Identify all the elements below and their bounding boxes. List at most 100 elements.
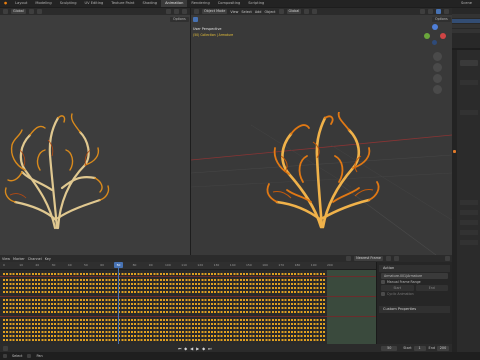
gizmo-icon[interactable] (420, 9, 425, 14)
sidebar-toggle-icon[interactable] (445, 256, 450, 261)
menu-add[interactable]: Add (255, 10, 262, 14)
action-section-header[interactable]: Action (379, 265, 450, 272)
keyframe-row[interactable] (3, 319, 325, 321)
filter-icon[interactable] (386, 256, 391, 261)
z-axis-icon[interactable] (432, 24, 438, 30)
keyframe-row[interactable] (3, 307, 325, 309)
menu-key[interactable]: Key (45, 257, 51, 261)
tab-scripting[interactable]: Scripting (244, 0, 268, 7)
playhead[interactable] (118, 262, 119, 344)
keyframe-row[interactable] (3, 303, 325, 305)
left-options-button[interactable]: Options (170, 17, 189, 22)
tab-texture-paint[interactable]: Texture Paint (107, 0, 138, 7)
snap-icon[interactable] (28, 9, 34, 14)
x-axis-icon[interactable] (440, 33, 446, 39)
current-frame-indicator[interactable]: 50 (114, 262, 123, 268)
snap-icon[interactable] (304, 9, 310, 14)
orientation-select[interactable]: Global (286, 9, 302, 14)
jump-end-icon[interactable]: ⏭ (207, 345, 213, 351)
outliner-row-selected[interactable] (452, 19, 480, 23)
overlay-icon[interactable] (428, 9, 433, 14)
outliner-row[interactable] (452, 29, 480, 33)
range-start-field[interactable]: Start (381, 285, 414, 291)
menu-marker[interactable]: Marker (13, 257, 25, 261)
editor-type-icon[interactable] (194, 9, 199, 14)
outliner[interactable] (452, 8, 480, 48)
menu-channel[interactable]: Channel (28, 257, 42, 261)
tab-uv-editing[interactable]: UV Editing (81, 0, 108, 7)
tab-sculpting[interactable]: Sculpting (56, 0, 81, 7)
menu-select[interactable]: Select (241, 10, 251, 14)
zoom-icon[interactable] (433, 52, 442, 61)
keyframe-area[interactable] (0, 270, 376, 344)
manual-range-checkbox[interactable]: Manual Frame Range (381, 280, 448, 284)
props-panel[interactable] (460, 210, 478, 215)
keyframe-row[interactable] (3, 323, 325, 325)
range-end-field[interactable]: End (415, 285, 448, 291)
transform-icon[interactable] (278, 9, 284, 14)
keyframe-row[interactable] (3, 331, 325, 333)
snap-icon[interactable] (346, 256, 352, 261)
editor-type-icon[interactable] (3, 9, 8, 14)
scene-name[interactable]: Scene (457, 0, 476, 7)
custom-properties-header[interactable]: Custom Properties (379, 306, 450, 313)
menu-view[interactable]: View (2, 257, 10, 261)
object-data-tab-icon[interactable] (453, 150, 456, 153)
proportional-icon[interactable] (394, 256, 399, 261)
keyframe-row[interactable] (3, 279, 325, 281)
checkbox-icon[interactable] (381, 280, 385, 284)
tab-rendering[interactable]: Rendering (187, 0, 213, 7)
blender-logo-icon[interactable]: ● (0, 0, 11, 7)
properties-editor[interactable] (452, 50, 480, 360)
snap-mode-select[interactable]: Nearest Frame (354, 256, 383, 261)
end-frame-field[interactable]: 200 (437, 345, 449, 351)
tab-modeling[interactable]: Modeling (31, 0, 55, 7)
keyframe-row[interactable] (3, 311, 325, 313)
timeline-ruler[interactable]: 0102030405060708090100110120130140150160… (0, 262, 376, 269)
cyclic-checkbox[interactable]: Cyclic Animation (381, 292, 448, 296)
props-panel[interactable] (460, 80, 478, 85)
shading-icon[interactable] (182, 9, 187, 14)
solid-shading-icon[interactable] (436, 9, 441, 14)
keyframe-row[interactable] (3, 283, 325, 285)
outliner-row[interactable] (452, 24, 480, 28)
props-panel[interactable] (460, 240, 478, 245)
orientation-select[interactable]: Global (11, 9, 26, 14)
keyframe-row[interactable] (3, 335, 325, 337)
checkbox-icon[interactable] (381, 292, 385, 296)
keyframe-row[interactable] (3, 339, 325, 341)
tab-shading[interactable]: Shading (138, 0, 161, 7)
start-frame-field[interactable]: 1 (413, 345, 426, 351)
properties-tabs[interactable] (452, 50, 457, 360)
props-panel[interactable] (460, 200, 478, 205)
navigation-gizmo[interactable] (424, 24, 446, 46)
outliner-row[interactable] (452, 14, 480, 18)
keyframe-row[interactable] (3, 287, 325, 289)
proportional-icon[interactable] (36, 9, 42, 14)
playback-menu-icon[interactable] (3, 345, 8, 351)
menu-view[interactable]: View (230, 10, 238, 14)
keyframe-row[interactable] (3, 327, 325, 329)
keyframe-row[interactable] (3, 299, 325, 301)
view-icon[interactable] (166, 9, 171, 14)
perspective-toggle-icon[interactable] (433, 85, 442, 94)
keyframe-row[interactable] (3, 291, 325, 293)
props-panel[interactable] (460, 110, 478, 115)
props-field[interactable] (460, 60, 478, 66)
tab-compositing[interactable]: Compositing (214, 0, 245, 7)
mode-select[interactable]: Object Mode (202, 9, 228, 14)
props-panel[interactable] (460, 230, 478, 235)
material-shading-icon[interactable] (444, 9, 449, 14)
overlay-icon[interactable] (174, 9, 179, 14)
props-panel[interactable] (460, 220, 478, 225)
camera-view-icon[interactable] (433, 74, 442, 83)
keyframe-row[interactable] (3, 273, 325, 275)
current-frame-field[interactable]: 50 (381, 345, 398, 351)
action-name-field[interactable]: Armature.001|Armature (381, 273, 448, 279)
tab-animation[interactable]: Animation (161, 0, 188, 7)
pan-hand-icon[interactable] (433, 63, 442, 72)
tab-layout[interactable]: Layout (11, 0, 31, 7)
neg-z-axis-icon[interactable] (432, 40, 437, 45)
menu-object[interactable]: Object (264, 10, 275, 14)
proportional-icon[interactable] (312, 9, 318, 14)
